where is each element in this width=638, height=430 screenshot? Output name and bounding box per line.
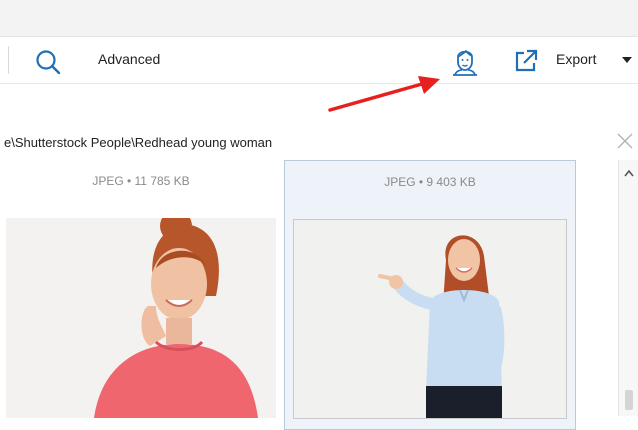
breadcrumb-bar: e\Shutterstock People\Redhead young woma… <box>0 126 638 158</box>
image-thumbnail[interactable] <box>293 219 567 419</box>
search-icon[interactable] <box>34 48 62 76</box>
advanced-search-button[interactable]: Advanced <box>98 51 160 67</box>
gallery-item[interactable]: JPEG • 11 785 KB <box>0 160 282 430</box>
image-meta: JPEG • 9 403 KB <box>384 175 476 189</box>
image-thumbnail[interactable] <box>6 218 276 418</box>
portrait-photo <box>6 218 276 418</box>
annotation-arrow <box>328 76 440 112</box>
image-meta: JPEG • 11 785 KB <box>92 174 190 188</box>
close-icon[interactable] <box>616 132 634 150</box>
export-button[interactable]: Export <box>556 51 596 67</box>
portrait-photo <box>294 220 566 418</box>
folder-path: e\Shutterstock People\Redhead young woma… <box>4 135 273 150</box>
export-icon[interactable] <box>512 47 540 75</box>
face-recognition-icon[interactable] <box>450 45 480 77</box>
scrollbar-thumb[interactable] <box>625 390 633 410</box>
vertical-scrollbar[interactable] <box>618 160 638 416</box>
gallery-item-selected[interactable]: JPEG • 9 403 KB <box>284 160 576 430</box>
toolbar-divider <box>8 46 9 74</box>
toolbar: Advanced Export <box>0 37 638 84</box>
caret-down-icon[interactable] <box>622 57 632 63</box>
image-gallery: JPEG • 11 785 KB JPEG • 9 403 KB <box>0 160 638 430</box>
title-bar <box>0 0 638 37</box>
scroll-up-icon[interactable] <box>623 168 635 178</box>
